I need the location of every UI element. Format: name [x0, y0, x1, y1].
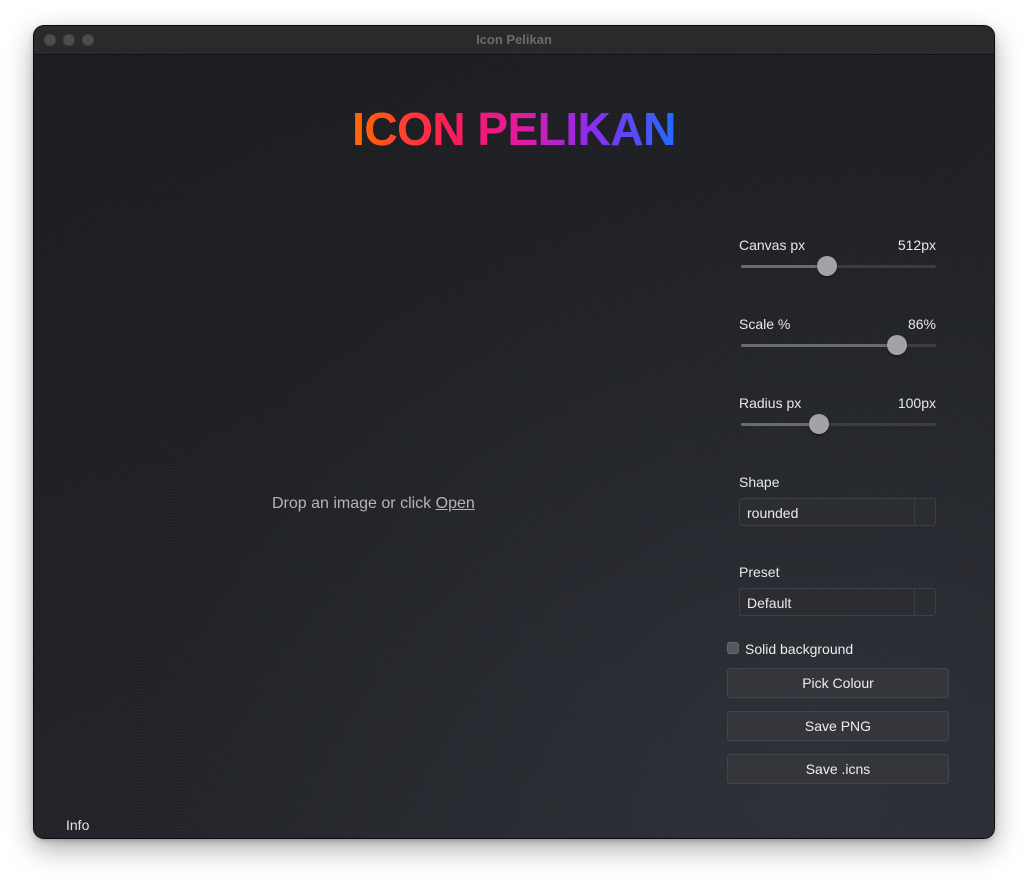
radius-slider-fill — [741, 423, 819, 426]
solid-background-checkbox[interactable] — [727, 642, 739, 654]
solid-background-label: Solid background — [745, 641, 854, 657]
radius-slider[interactable] — [741, 414, 936, 434]
title-bar[interactable]: Icon Pelikan — [34, 26, 994, 55]
radius-label: Radius px — [739, 395, 802, 411]
pick-colour-button[interactable]: Pick Colour — [727, 668, 949, 698]
scale-slider-fill — [741, 344, 897, 347]
canvas-size-slider-thumb[interactable] — [816, 256, 837, 276]
info-link[interactable]: Info — [66, 817, 89, 833]
shape-label: Shape — [739, 474, 780, 490]
save-icns-button[interactable]: Save .icns — [727, 754, 949, 784]
shape-select-value: rounded — [747, 505, 799, 521]
preset-select-value: Default — [747, 595, 792, 611]
app-window: Icon Pelikan ICON PELIKAN Drop an image … — [34, 26, 994, 838]
scale-slider-thumb[interactable] — [887, 335, 907, 355]
preset-select[interactable]: Default — [739, 588, 936, 616]
scale-label: Scale % — [739, 316, 791, 332]
radius-value: 100px — [897, 395, 936, 411]
canvas-size-slider[interactable] — [741, 256, 936, 276]
preset-label: Preset — [739, 564, 780, 580]
drop-zone-text: Drop an image or click — [272, 495, 436, 512]
radius-slider-thumb[interactable] — [809, 414, 829, 434]
app-title: ICON PELIKAN — [352, 103, 676, 155]
canvas-size-slider-fill — [741, 265, 827, 268]
window-title: Icon Pelikan — [476, 32, 552, 47]
drop-zone-hint[interactable]: Drop an image or click Open — [272, 495, 475, 513]
scale-value: 86% — [907, 316, 936, 332]
save-png-button[interactable]: Save PNG — [727, 711, 949, 741]
app-title-container: ICON PELIKAN — [34, 103, 994, 155]
open-link[interactable]: Open — [436, 495, 475, 512]
shape-select[interactable]: rounded — [739, 498, 936, 526]
canvas-size-label: Canvas px — [739, 237, 806, 253]
scale-slider[interactable] — [741, 335, 936, 355]
preset-dropdown-arrow-icon[interactable] — [914, 589, 935, 615]
shape-dropdown-arrow-icon[interactable] — [914, 499, 935, 525]
canvas-size-value: 512px — [897, 237, 936, 253]
main-content: ICON PELIKAN Drop an image or click Open… — [34, 55, 994, 838]
